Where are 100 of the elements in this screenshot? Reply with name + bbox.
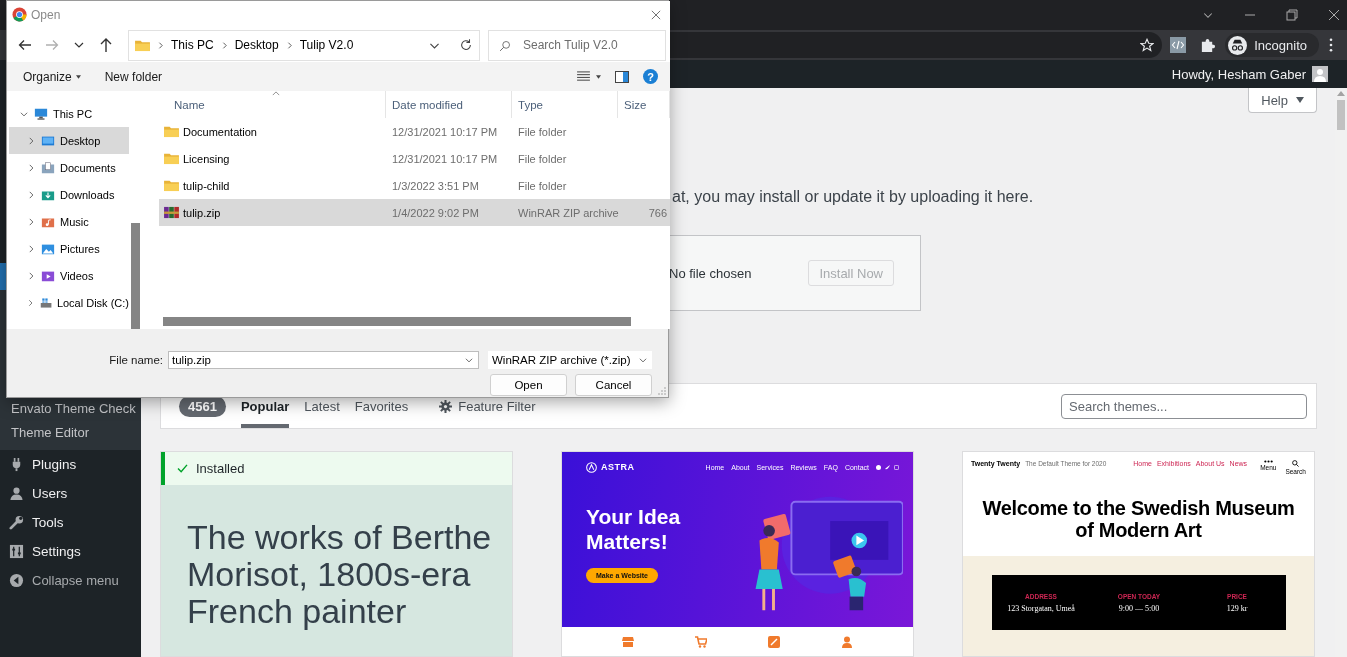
menu-item[interactable]: Users (0, 479, 141, 508)
edit-icon (767, 635, 780, 648)
search-field[interactable]: Search themes... (1061, 393, 1307, 419)
list-view-icon[interactable] (577, 71, 590, 82)
back-arrow-icon[interactable] (17, 37, 33, 53)
dialog-button[interactable]: Cancel (575, 374, 652, 396)
file-name: Licensing (183, 152, 230, 165)
scroll-up-icon[interactable] (1337, 91, 1345, 96)
file-type: File folder (517, 152, 568, 165)
caret-icon (1296, 97, 1304, 103)
user-icon (9, 486, 24, 501)
menu-item[interactable]: Tools (0, 508, 141, 537)
file-type: File folder (517, 125, 568, 138)
date-modified: 1/4/2022 9:02 PM (391, 206, 480, 219)
file-name: Documentation (183, 125, 257, 138)
file-status: No file chosen (669, 265, 752, 281)
greeting[interactable]: Howdy, Hesham Gaber (1171, 66, 1306, 82)
tree-item[interactable]: Pictures (9, 235, 129, 262)
file-name: tulip-child (183, 179, 230, 192)
help-button[interactable]: Help (1248, 88, 1317, 113)
document-folder-icon (41, 160, 55, 175)
tree-item[interactable]: Downloads (9, 181, 129, 208)
hero-headline: Welcome to the Swedish Museum of Modern Art (981, 497, 1296, 541)
new-folder-button[interactable]: New folder (104, 69, 163, 84)
filter-tab[interactable]: Favorites (354, 384, 409, 428)
menu-dots-icon (1263, 460, 1273, 463)
incognito-icon (1228, 35, 1248, 55)
dialog-button[interactable]: Open (490, 374, 567, 396)
wrench-icon (9, 515, 24, 530)
info-value: 129 kr (1225, 603, 1249, 613)
logo-text: ASTRA (601, 462, 635, 472)
file-size: 766 (647, 206, 668, 219)
check-icon (177, 464, 188, 473)
scrollbar-thumb[interactable] (163, 316, 631, 326)
column-header[interactable]: Size (618, 91, 670, 118)
filter-tab[interactable]: Latest (304, 384, 340, 428)
chevron-icon (156, 40, 165, 50)
app-icon (12, 7, 27, 22)
organize-button[interactable]: Organize (23, 69, 81, 84)
scrollbar-thumb[interactable] (131, 223, 140, 329)
star-icon[interactable] (1140, 38, 1155, 52)
file-type: File folder (517, 179, 568, 192)
date-modified: 12/31/2021 10:17 PM (391, 125, 499, 138)
file-name-field[interactable]: tulip.zip (168, 351, 479, 369)
file-type-dropdown[interactable]: WinRAR ZIP archive (*.zip) (488, 351, 652, 369)
dialog-title: Open (31, 7, 61, 22)
file-name: tulip.zip (183, 206, 221, 219)
resize-grip-icon[interactable] (658, 387, 666, 395)
tree-item[interactable]: Desktop (9, 127, 129, 154)
restore-icon[interactable] (1286, 9, 1298, 21)
scrollbar-thumb[interactable] (1337, 100, 1345, 130)
tree-item[interactable]: Videos (9, 262, 129, 289)
up-arrow-icon[interactable] (98, 37, 114, 53)
menu-item[interactable]: Settings (0, 537, 141, 566)
search-icon (499, 39, 511, 52)
column-header[interactable]: Name (146, 91, 386, 118)
profile-button[interactable]: Incognito (1225, 33, 1319, 57)
breadcrumb[interactable]: This PC (171, 38, 214, 52)
upload-instructions: at, you may install or update it by uploading it here. (672, 187, 1035, 207)
menu-item[interactable]: Plugins (0, 450, 141, 479)
chevron-icon (638, 355, 648, 365)
preview-pane-icon[interactable] (615, 70, 629, 83)
search-icon (1292, 460, 1300, 467)
column-header[interactable]: Type (512, 91, 618, 118)
file-row[interactable]: tulip-child 1/3/2022 3:51 PM File folder (159, 172, 670, 199)
menu-item[interactable]: Collapse menu (0, 566, 141, 595)
date-modified: 12/31/2021 10:17 PM (391, 152, 499, 165)
preview-text: The works of Berthe Morisot, 1800s-era French painter (187, 519, 492, 630)
sliders-icon (9, 544, 24, 559)
info-value: 9:00 — 5:00 (1117, 603, 1161, 613)
logo-icon (586, 461, 597, 473)
close-icon[interactable] (651, 9, 661, 20)
breadcrumb[interactable]: Tulip V2.0 (299, 38, 354, 52)
tree-item[interactable]: Local Disk (C:) (9, 289, 129, 316)
store-icon (622, 635, 635, 648)
folder-icon (164, 179, 179, 192)
puzzle-icon[interactable] (1200, 37, 1216, 53)
hero-headline: Your Idea Matters! (586, 504, 682, 554)
tree-item[interactable]: Music (9, 208, 129, 235)
theme-card[interactable]: Installed The works of Berthe Morisot, 1800s-era French painter (160, 451, 513, 657)
file-type: WinRAR ZIP archive (517, 206, 618, 219)
column-header[interactable]: Date modified (386, 91, 512, 118)
file-row[interactable]: tulip.zip 1/4/2022 9:02 PM WinRAR ZIP archive 766 (159, 199, 670, 226)
help-button[interactable]: ? (643, 69, 658, 84)
refresh-icon[interactable] (459, 38, 473, 52)
file-row[interactable]: Licensing 12/31/2021 10:17 PM File folder (159, 145, 670, 172)
submenu-item[interactable]: Envato Theme Check (0, 396, 141, 420)
archive-icon (164, 206, 179, 219)
sort-caret-icon (272, 91, 280, 96)
code-extension-icon[interactable] (1170, 37, 1187, 53)
breadcrumb[interactable]: Desktop (234, 38, 279, 52)
caret-icon[interactable] (596, 74, 601, 79)
more-icon[interactable] (1329, 38, 1333, 52)
close-icon[interactable] (1328, 9, 1340, 21)
address-bar[interactable]: This PC Desktop Tulip V2.0 (128, 29, 480, 61)
submenu-item[interactable]: Theme Editor (0, 420, 141, 444)
tree-item[interactable]: Documents (9, 154, 129, 181)
tree-item[interactable]: This PC (9, 100, 129, 127)
file-row[interactable]: Documentation 12/31/2021 10:17 PM File folder (159, 118, 670, 145)
computer-icon (34, 106, 48, 121)
